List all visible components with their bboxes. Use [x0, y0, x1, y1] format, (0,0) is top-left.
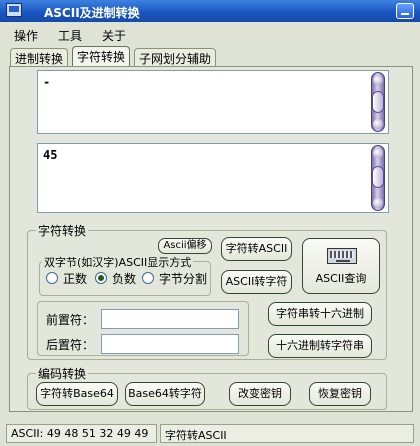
ascii-to-char-button[interactable]: ASCII转字符 — [221, 270, 292, 294]
tab-char-conversion[interactable]: 字符转换 — [72, 46, 131, 67]
menu-about[interactable]: 关于 — [102, 27, 126, 44]
ascii-shift-button[interactable]: Ascii偏移 — [158, 238, 212, 254]
string-to-hex-button[interactable]: 字符串转十六进制 — [268, 302, 372, 326]
menu-operate[interactable]: 操作 — [14, 27, 38, 44]
from-base64-button[interactable]: Base64转字符 — [125, 382, 205, 406]
output-scrollbar[interactable] — [371, 145, 385, 211]
input-scrollbar[interactable] — [371, 72, 385, 132]
radio-negative-label: 负数 — [112, 272, 137, 286]
hex-to-string-button[interactable]: 十六进制转字符串 — [268, 334, 372, 358]
window-title: ASCII及进制转换 — [44, 6, 140, 20]
scroll-down-icon[interactable] — [373, 119, 383, 129]
scroll-thumb[interactable] — [372, 166, 384, 188]
minimize-button[interactable] — [396, 3, 414, 19]
scroll-thumb[interactable] — [372, 91, 384, 113]
scroll-up-icon[interactable] — [373, 75, 383, 85]
display-mode-title: 双字节(如汉字)ASCII显示方式 — [42, 254, 194, 270]
prefix-label: 前置符： — [46, 313, 95, 327]
status-bar: ASCII: 49 48 51 32 49 49 字符转ASCII — [0, 422, 420, 446]
change-key-button[interactable]: 改变密钥 — [229, 382, 291, 406]
restore-key-button[interactable]: 恢复密钥 — [309, 382, 371, 406]
radio-positive-label: 正数 — [63, 272, 88, 286]
radio-negative[interactable] — [95, 272, 107, 284]
char-conversion-group-title: 字符转换 — [36, 222, 89, 239]
tab-base-conversion[interactable]: 进制转换 — [10, 48, 69, 66]
radio-positive[interactable] — [46, 272, 58, 284]
menu-bar: 操作 工具 关于 — [0, 22, 420, 44]
char-to-ascii-button[interactable]: 字符转ASCII — [221, 237, 292, 261]
ascii-query-button[interactable]: ASCII查询 — [302, 238, 380, 294]
encoding-group-title: 编码转换 — [36, 365, 89, 382]
tab-subnet-helper[interactable]: 子网划分辅助 — [134, 48, 217, 66]
output-textarea[interactable]: 45 — [37, 143, 389, 213]
to-base64-button[interactable]: 字符转Base64 — [36, 382, 118, 406]
status-action: 字符转ASCII — [160, 424, 414, 443]
status-ascii: ASCII: 49 48 51 32 49 49 — [6, 424, 157, 443]
radio-byte-split[interactable] — [142, 272, 154, 284]
scroll-down-icon[interactable] — [373, 198, 383, 208]
scroll-up-icon[interactable] — [373, 148, 383, 158]
prefix-input[interactable] — [101, 309, 239, 329]
title-bar: ASCII及进制转换 — [0, 0, 420, 22]
keyboard-icon — [327, 248, 357, 264]
ascii-query-label: ASCII查询 — [315, 272, 367, 285]
input-textarea[interactable]: - — [37, 70, 389, 134]
suffix-input[interactable] — [101, 334, 239, 354]
suffix-label: 后置符： — [46, 338, 95, 352]
menu-tools[interactable]: 工具 — [58, 27, 82, 44]
radio-byte-split-label: 字节分割 — [159, 272, 208, 286]
app-icon — [6, 3, 22, 17]
